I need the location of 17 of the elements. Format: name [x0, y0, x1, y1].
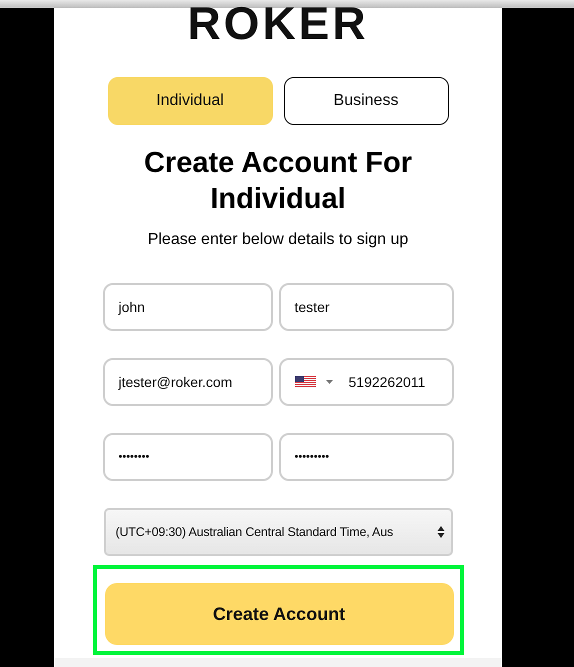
create-account-button[interactable]: Create Account	[104, 583, 454, 645]
account-type-tab[interactable]: Business	[284, 77, 448, 125]
input-field[interactable]: tester	[278, 283, 454, 331]
password-field[interactable]: •••••••••	[278, 433, 454, 481]
caret-icon[interactable]	[326, 380, 332, 384]
input-field[interactable]: john	[102, 283, 272, 331]
flag-icon[interactable]	[294, 376, 316, 388]
page-heading: Create Account For Individual	[142, 146, 414, 217]
input-field[interactable]: jtester@roker.com	[102, 358, 272, 406]
logo: ROKER	[187, 0, 369, 38]
select-arrows-icon	[436, 525, 444, 539]
phone-number-text: 5192262011	[348, 374, 426, 390]
timezone-select[interactable]: (UTC+09:30) Australian Central Standard Time, Aus	[104, 508, 452, 556]
password-field[interactable]: ••••••••	[102, 433, 272, 481]
subtitle: Please enter below details to sign up	[148, 231, 408, 249]
account-type-tab[interactable]: Individual	[108, 77, 272, 125]
phone-field[interactable]: 5192262011	[278, 358, 454, 406]
